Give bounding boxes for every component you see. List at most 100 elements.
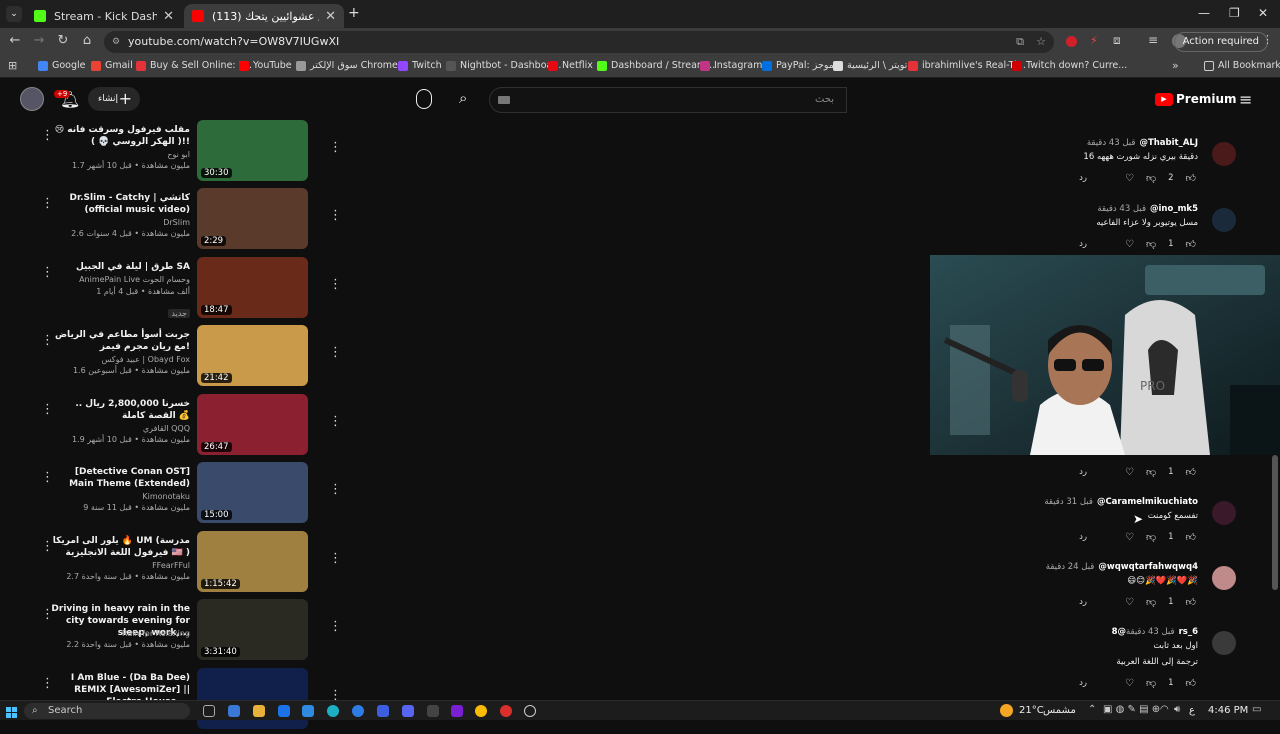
- discord-icon[interactable]: [402, 705, 414, 717]
- more-options-icon[interactable]: ⋮: [329, 140, 342, 155]
- video-thumbnail[interactable]: 1:15:42: [197, 531, 308, 592]
- channel-name[interactable]: ابو نوح: [167, 150, 190, 159]
- video-title[interactable]: طرق | ليلة في الجبيل SA: [50, 261, 190, 273]
- video-thumbnail[interactable]: 26:47: [197, 394, 308, 455]
- dislike-icon[interactable]: 👎︎: [1146, 531, 1156, 543]
- more-options-icon[interactable]: ⋮: [329, 482, 342, 497]
- bookmark-ebay[interactable]: Buy & Sell Online: P...: [136, 60, 252, 71]
- comment-author[interactable]: @wqwqtarfahwqwq4: [1098, 562, 1198, 572]
- taskbar-search[interactable]: ⌕ Search: [24, 703, 190, 719]
- close-window-icon[interactable]: ✕: [1258, 6, 1268, 20]
- like-icon[interactable]: 👍︎: [1186, 238, 1196, 250]
- video-title[interactable]: Dr.Slim - Catchy | كاتشي (official music…: [50, 192, 191, 216]
- bookmark-paypal[interactable]: PayPal: الموجز: [762, 60, 840, 71]
- bookmark-twitch-down[interactable]: Twitch down? Curre...: [1012, 60, 1127, 71]
- bookmark-twitter[interactable]: تويتر \ الرئيسية: [833, 60, 907, 71]
- tray-chevron-icon[interactable]: ⌃: [1088, 704, 1096, 715]
- channel-name[interactable]: FFearFFul: [152, 561, 190, 570]
- heart-icon[interactable]: ♡: [1125, 239, 1134, 250]
- commenter-avatar[interactable]: [1212, 566, 1236, 590]
- notification-center-icon[interactable]: ▭: [1252, 704, 1261, 715]
- comment-time[interactable]: قبل 43 دقيقة: [1126, 627, 1175, 637]
- reply-button[interactable]: رد: [1079, 532, 1087, 542]
- forward-icon[interactable]: →: [30, 33, 48, 48]
- dislike-icon[interactable]: 👎︎: [1146, 466, 1156, 478]
- channel-name[interactable]: Rain for Relaxing: [122, 629, 190, 638]
- tab-kick-dashboard[interactable]: Stream - Kick Dashboard ✕: [26, 4, 182, 28]
- site-info-icon[interactable]: ⚙: [112, 31, 120, 53]
- app-icon[interactable]: [427, 705, 439, 717]
- weather-temp[interactable]: 21°C: [1019, 705, 1044, 716]
- video-row[interactable]: ⋮ 21:42 جربت أسوأ مطاعم في الرياض مع ريان …: [0, 325, 345, 391]
- search-input[interactable]: بحث: [489, 87, 847, 113]
- like-icon[interactable]: 👍︎: [1186, 596, 1196, 608]
- more-options-icon[interactable]: ⋮: [329, 551, 342, 566]
- reply-button[interactable]: رد: [1079, 173, 1087, 183]
- heart-icon[interactable]: ♡: [1125, 678, 1134, 689]
- create-button[interactable]: إنشاء +: [88, 87, 140, 111]
- bookmark-kick-dashboard[interactable]: Dashboard / Stream...: [597, 60, 715, 71]
- channel-name[interactable]: AnimePain Live وحسام الحوت: [79, 275, 190, 284]
- more-options-icon[interactable]: ⋮: [329, 208, 342, 223]
- bookmark-netflix[interactable]: Netflix: [548, 60, 593, 71]
- apps-grid-icon[interactable]: ⊞: [8, 59, 17, 72]
- file-explorer-icon[interactable]: [253, 705, 265, 717]
- reload-icon[interactable]: ↻: [54, 33, 72, 48]
- bookmark-chrome-store[interactable]: سوق الإلكتر Chrome...: [296, 60, 407, 71]
- video-row[interactable]: ⋮ 18:47 طرق | ليلة في الجبيل SA AnimePain L…: [0, 257, 345, 323]
- channel-name[interactable]: Kimonotaku: [142, 492, 190, 501]
- video-title[interactable]: يلور الى امريكا 🔥 UM (مدرسة فيرفول اللغة…: [50, 535, 190, 559]
- video-title[interactable]: مقلب فيرفول وسرقت فانه 😢 !!( الهكر الروس…: [50, 124, 190, 148]
- task-view-icon[interactable]: [203, 705, 215, 717]
- channel-name[interactable]: DrSlim: [163, 218, 190, 227]
- tab-search-icon[interactable]: ⌄: [6, 6, 22, 22]
- bookmark-youtube[interactable]: YouTube: [239, 60, 292, 71]
- more-options-icon[interactable]: ⋮: [329, 277, 342, 292]
- reply-button[interactable]: رد: [1079, 678, 1087, 688]
- more-options-icon[interactable]: ⋮: [329, 345, 342, 360]
- commenter-avatar[interactable]: [1212, 631, 1236, 655]
- like-icon[interactable]: 👍︎: [1186, 172, 1196, 184]
- minimize-icon[interactable]: —: [1198, 6, 1210, 20]
- volume-icon[interactable]: 🔊︎: [1174, 704, 1180, 715]
- weather-text[interactable]: مشمس: [1043, 705, 1076, 716]
- video-row[interactable]: ⋮ 30:30 مقلب فيرفول وسرقت فانه 😢 !!( الهكر…: [0, 120, 345, 186]
- tab-youtube-video[interactable]: (113) خليت ناس عشوائيين يتحك... ✕: [184, 4, 344, 28]
- store-icon[interactable]: [278, 705, 290, 717]
- voice-search-icon[interactable]: [416, 89, 432, 109]
- maximize-icon[interactable]: ❐: [1229, 6, 1240, 20]
- video-title[interactable]: جربت أسوأ مطاعم في الرياض مع ريان مجرم ف…: [50, 329, 190, 353]
- like-icon[interactable]: 👍︎: [1186, 466, 1196, 478]
- channel-name[interactable]: القافري QQQ: [143, 424, 190, 433]
- tray-icons[interactable]: ▣ ◍ ✎ ▤ ⊕: [1103, 704, 1160, 715]
- heart-icon[interactable]: ♡: [1125, 532, 1134, 543]
- translate-link[interactable]: ترجمة إلى اللغة العربية: [1116, 657, 1198, 667]
- hamburger-menu-icon[interactable]: ≡: [1239, 90, 1252, 109]
- video-thumbnail[interactable]: 2:29: [197, 188, 308, 249]
- video-row[interactable]: ⋮ 15:00 [Detective Conan OST] Main Theme (…: [0, 462, 345, 528]
- edge-icon[interactable]: [327, 705, 339, 717]
- install-icon[interactable]: ⧉: [1016, 31, 1024, 53]
- new-tab-icon[interactable]: +: [348, 5, 360, 21]
- home-icon[interactable]: ⌂: [78, 33, 96, 48]
- video-thumbnail[interactable]: 21:42: [197, 325, 308, 386]
- bookmark-star-icon[interactable]: ☆: [1036, 31, 1046, 53]
- clock[interactable]: 4:46 PM: [1208, 705, 1248, 716]
- input-language[interactable]: ع: [1189, 705, 1195, 716]
- dislike-icon[interactable]: 👎︎: [1146, 677, 1156, 689]
- comment-author[interactable]: @Caramelmikuchiato: [1097, 497, 1198, 507]
- reply-button[interactable]: رد: [1079, 597, 1087, 607]
- search-icon[interactable]: ⌕: [459, 89, 467, 107]
- back-icon[interactable]: ←: [6, 33, 24, 48]
- bookmark-ibrahimlive[interactable]: ibrahimlive's Real-Ti...: [908, 60, 1026, 71]
- comment-author[interactable]: @ino_mk5: [1150, 204, 1198, 214]
- comment-time[interactable]: قبل 43 دقيقة: [1097, 204, 1146, 214]
- heart-icon[interactable]: ♡: [1125, 597, 1134, 608]
- more-options-icon[interactable]: ⋮: [329, 619, 342, 634]
- dislike-icon[interactable]: 👎︎: [1146, 596, 1156, 608]
- channel-name[interactable]: عبيد فوكس | Obayd Fox: [102, 355, 190, 364]
- close-tab-icon[interactable]: ✕: [325, 9, 336, 24]
- dislike-icon[interactable]: 👎︎: [1146, 238, 1156, 250]
- extension-icon[interactable]: ⚡: [1090, 34, 1098, 47]
- keyboard-icon[interactable]: [498, 96, 510, 104]
